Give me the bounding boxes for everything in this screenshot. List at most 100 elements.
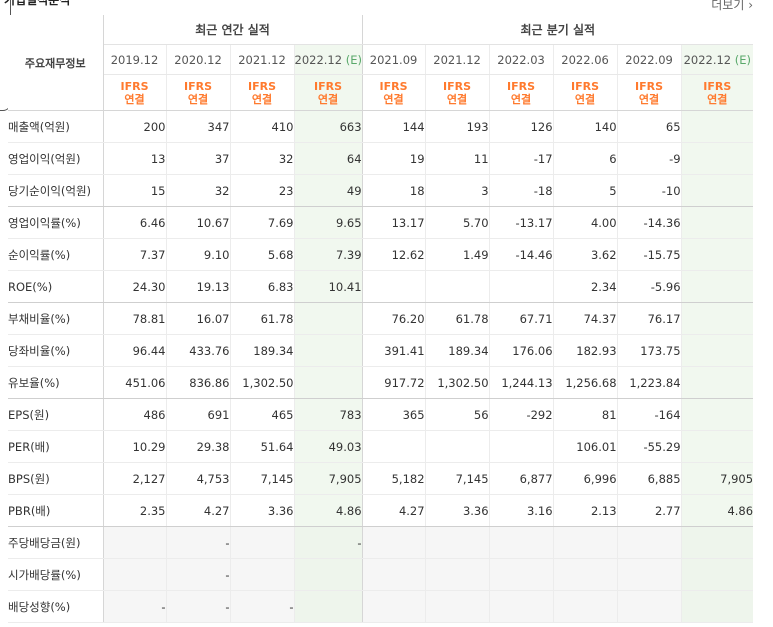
consolidated-label: 연결 xyxy=(707,92,728,106)
table-cell xyxy=(616,526,682,559)
period-date-header: 2021.09 xyxy=(361,44,426,75)
table-cell xyxy=(361,270,426,303)
table-cell: - xyxy=(165,558,230,591)
table-cell: 13 xyxy=(102,142,166,175)
table-cell: 7,145 xyxy=(229,462,294,495)
table-cell xyxy=(680,238,754,271)
table-cell xyxy=(680,142,754,175)
table-row: 주당배당금(원) - - xyxy=(8,526,754,559)
period-date-header: 2022.12 (E) xyxy=(680,44,754,75)
table-cell: 6.46 xyxy=(102,206,166,239)
consolidated-label: 연결 xyxy=(383,92,404,106)
table-cell xyxy=(552,526,618,559)
table-row: BPS(원) 2,127 4,753 7,145 7,905 5,182 7,145 6,87… xyxy=(8,462,754,495)
table-cell xyxy=(680,302,754,335)
row-label: BPS(원) xyxy=(8,462,104,495)
consolidated-label: 연결 xyxy=(251,92,273,106)
ifrs-label: IFRS xyxy=(571,79,600,93)
table-cell: 1,223.84 xyxy=(616,366,682,399)
table-cell: - xyxy=(165,590,230,623)
consolidated-label: 연결 xyxy=(574,92,596,106)
period-date: 2021.09 xyxy=(369,52,418,67)
table-cell xyxy=(488,270,554,303)
table-cell: 4.27 xyxy=(361,494,426,527)
table-cell: 1,244.13 xyxy=(488,366,554,399)
accounting-standard-header: IFRS 연결 xyxy=(361,74,426,111)
table-cell: 61.78 xyxy=(424,302,490,335)
table-cell: 836.86 xyxy=(165,366,230,399)
table-cell: 7,145 xyxy=(424,462,490,495)
financial-table: 주요재무정보 최근 연간 실적 최근 분기 실적 2019.12 2020.12 2… xyxy=(8,15,754,623)
table-cell xyxy=(293,366,363,399)
period-date: 2022.12 xyxy=(683,52,732,67)
table-cell: 433.76 xyxy=(165,334,230,367)
period-date-header: 2020.12 xyxy=(165,44,230,75)
chevron-right-icon: › xyxy=(744,0,753,12)
table-cell: 3.36 xyxy=(229,494,294,527)
table-cell: -14.36 xyxy=(616,206,682,239)
period-date-header: 2022.06 xyxy=(552,44,618,75)
table-cell: 7.39 xyxy=(293,238,363,271)
period-date: 2022.09 xyxy=(625,52,673,67)
table-cell xyxy=(680,110,754,143)
accounting-standard-header: IFRS 연결 xyxy=(165,74,230,111)
table-cell xyxy=(488,558,554,591)
table-cell: 182.93 xyxy=(552,334,618,367)
row-label: 순이익률(%) xyxy=(8,238,104,271)
consolidated-label: 연결 xyxy=(317,92,339,106)
table-cell: 2.34 xyxy=(552,270,618,303)
table-cell: 663 xyxy=(293,110,363,143)
table-cell: 23 xyxy=(229,174,294,207)
period-date-row: 2019.12 2020.12 2021.12 2022.12 (E) 2021.09 2… xyxy=(8,44,754,75)
table-cell: - xyxy=(102,590,166,623)
estimate-mark: (E) xyxy=(734,52,752,67)
table-cell xyxy=(680,366,754,399)
table-cell xyxy=(616,558,682,591)
table-cell: -18 xyxy=(488,174,554,207)
period-date: 2020.12 xyxy=(174,52,222,67)
table-cell: 56 xyxy=(424,398,490,431)
table-cell: 126 xyxy=(488,110,554,143)
table-cell xyxy=(361,430,426,463)
more-link[interactable]: 더보기 › xyxy=(711,0,753,13)
table-cell: 4,753 xyxy=(165,462,230,495)
table-cell: 32 xyxy=(229,142,294,175)
table-cell: - xyxy=(293,526,363,559)
table-cell: 2,127 xyxy=(102,462,166,495)
row-label: 배당성향(%) xyxy=(8,590,104,623)
table-cell: -14.46 xyxy=(488,238,554,271)
table-cell: 13.17 xyxy=(361,206,426,239)
row-label: ROE(%) xyxy=(8,270,104,303)
table-cell: 173.75 xyxy=(616,334,682,367)
section-title: 기업실적분석 xyxy=(4,0,71,7)
table-cell xyxy=(488,430,554,463)
table-cell: 49.03 xyxy=(293,430,363,463)
table-cell xyxy=(680,558,754,591)
accounting-standard-header: IFRS 연결 xyxy=(424,74,490,111)
table-cell: 4.27 xyxy=(165,494,230,527)
table-cell: 19.13 xyxy=(165,270,230,303)
accounting-standard-header: IFRS 연결 xyxy=(680,74,754,111)
table-cell: 16.07 xyxy=(165,302,230,335)
table-cell: 1,302.50 xyxy=(229,366,294,399)
consolidated-label: 연결 xyxy=(638,92,660,106)
item-column-header: 주요재무정보 xyxy=(8,15,104,111)
ifrs-label: IFRS xyxy=(507,79,536,93)
ifrs-label: IFRS xyxy=(314,79,343,93)
consolidated-label: 연결 xyxy=(510,92,532,106)
table-cell: 76.17 xyxy=(616,302,682,335)
row-label: PER(배) xyxy=(8,430,104,463)
table-cell xyxy=(680,174,754,207)
table-row: 당기순이익(억원) 15 32 23 49 18 3 -18 5 -10 xyxy=(8,174,754,207)
table-cell: 24.30 xyxy=(102,270,166,303)
table-cell: 4.00 xyxy=(552,206,618,239)
table-cell: 65 xyxy=(616,110,682,143)
table-cell: 5 xyxy=(552,174,618,207)
table-cell: 365 xyxy=(361,398,426,431)
table-cell: 29.38 xyxy=(165,430,230,463)
estimate-mark: (E) xyxy=(345,52,362,67)
table-cell: 391.41 xyxy=(361,334,426,367)
table-cell xyxy=(680,526,754,559)
table-row: 유보율(%) 451.06 836.86 1,302.50 917.72 1,302.50… xyxy=(8,366,754,399)
period-date: 2022.12 xyxy=(294,52,343,67)
